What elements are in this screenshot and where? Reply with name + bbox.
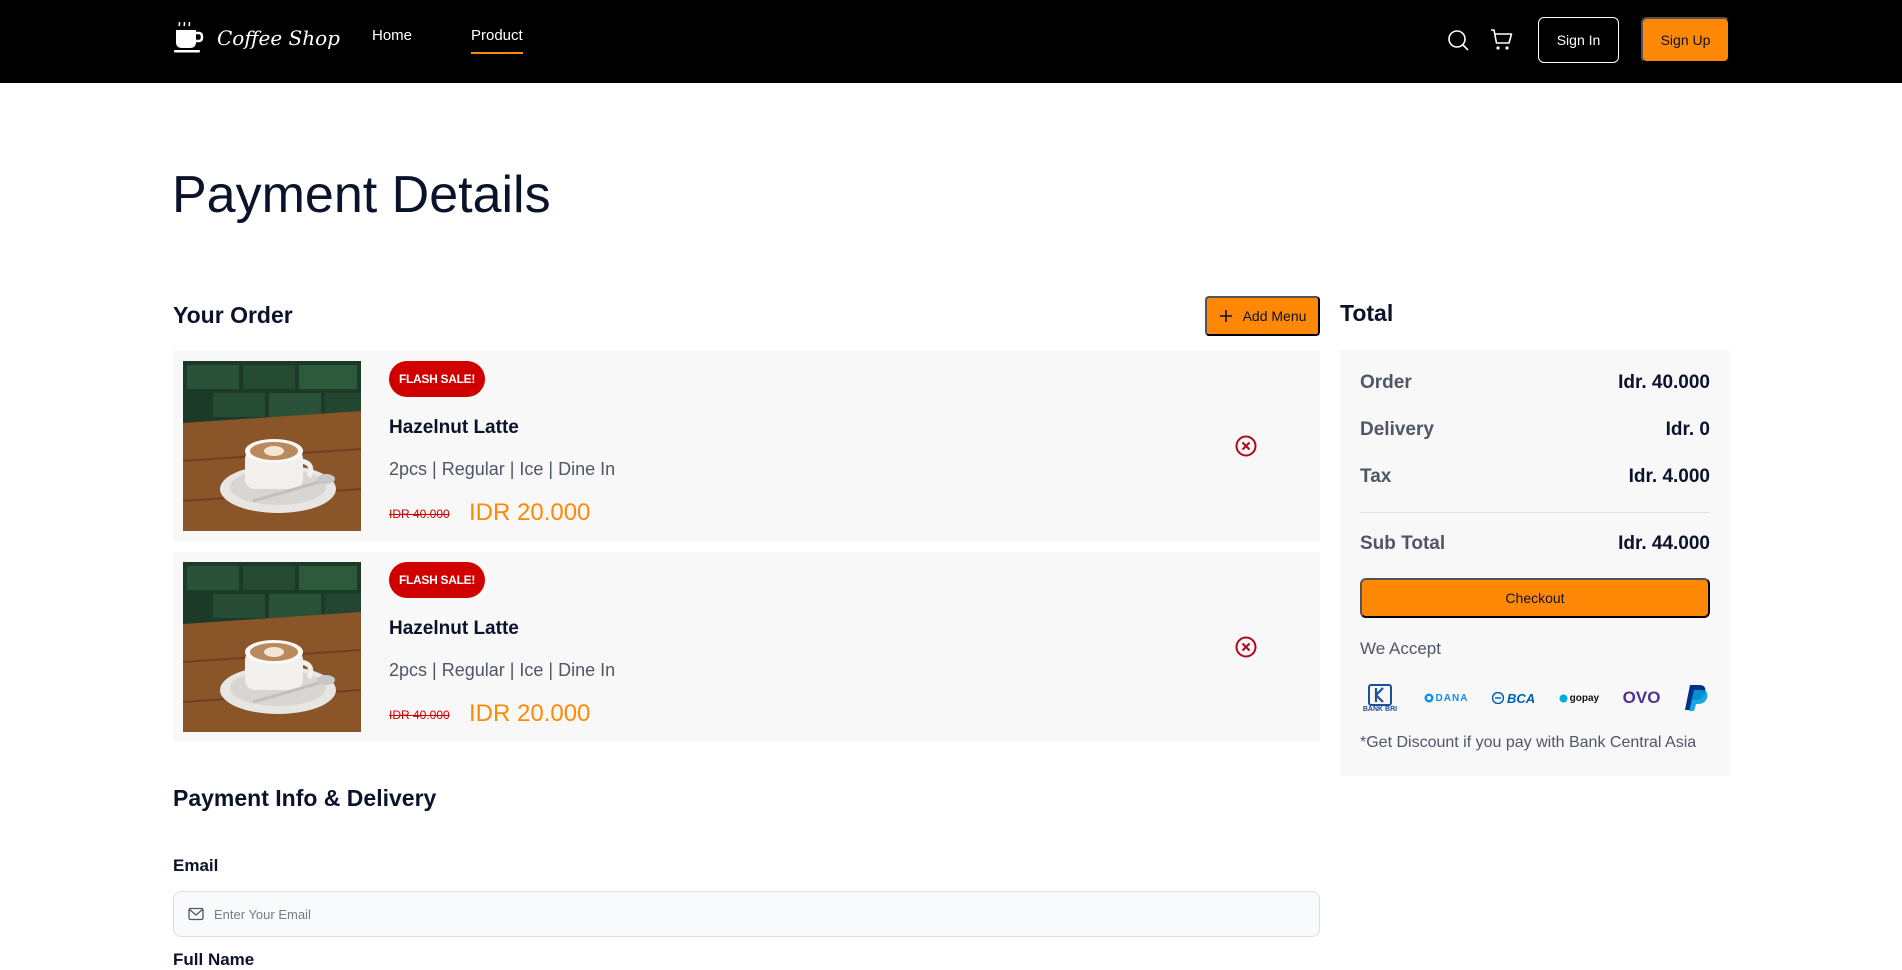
add-menu-label: Add Menu bbox=[1242, 308, 1307, 324]
plus-icon bbox=[1219, 310, 1232, 322]
subtotal-label: Sub Total bbox=[1360, 533, 1446, 554]
delivery-label: Delivery bbox=[1360, 419, 1434, 440]
flash-sale-badge: FLASH SALE! bbox=[389, 361, 486, 397]
nav-product[interactable]: Product bbox=[471, 27, 523, 54]
email-field[interactable] bbox=[173, 891, 1320, 937]
order-item: FLASH SALE! Hazelnut Latte 2pcs | Regula… bbox=[173, 552, 1320, 742]
sign-up-button[interactable]: Sign Up bbox=[1641, 17, 1730, 63]
flash-sale-badge: FLASH SALE! bbox=[389, 562, 486, 598]
product-image bbox=[183, 562, 361, 732]
tax-label: Tax bbox=[1360, 466, 1392, 487]
brand-name: Coffee Shop bbox=[217, 26, 340, 50]
tax-value: Idr. 4.000 bbox=[1628, 466, 1710, 487]
total-title: Total bbox=[1340, 300, 1394, 326]
email-input[interactable] bbox=[214, 906, 1294, 922]
your-order-title: Your Order bbox=[173, 302, 293, 328]
item-name: Hazelnut Latte bbox=[389, 417, 519, 438]
delivery-value: Idr. 0 bbox=[1665, 419, 1710, 440]
item-old-price: IDR 40.000 bbox=[389, 708, 450, 722]
item-old-price: IDR 40.000 bbox=[389, 507, 450, 521]
coffee-cup-icon bbox=[174, 22, 204, 53]
bank-bri-logo: BANK BRI bbox=[1360, 683, 1400, 713]
we-accept-label: We Accept bbox=[1360, 639, 1441, 658]
delivery-row: Delivery Idr. 0 bbox=[1360, 419, 1710, 441]
nav-home[interactable]: Home bbox=[372, 27, 412, 44]
mail-icon bbox=[188, 907, 204, 921]
total-card: Order Idr. 40.000 Delivery Idr. 0 Tax Id… bbox=[1340, 350, 1730, 776]
item-price: IDR 20.000 bbox=[469, 700, 591, 727]
tax-row: Tax Idr. 4.000 bbox=[1360, 466, 1710, 488]
checkout-button[interactable]: Checkout bbox=[1360, 578, 1710, 618]
email-label: Email bbox=[173, 856, 219, 875]
item-price: IDR 20.000 bbox=[469, 499, 591, 526]
ovo-logo: OVO bbox=[1622, 688, 1661, 707]
remove-item-icon[interactable] bbox=[1234, 635, 1258, 659]
order-value: Idr. 40.000 bbox=[1618, 372, 1710, 393]
gopay-logo: gopay bbox=[1559, 693, 1599, 704]
order-label: Order bbox=[1360, 372, 1412, 393]
fullname-label: Full Name bbox=[173, 950, 255, 969]
subtotal-row: Sub Total Idr. 44.000 bbox=[1360, 533, 1710, 555]
bca-logo: BCA bbox=[1491, 691, 1535, 706]
add-menu-button[interactable]: Add Menu bbox=[1205, 296, 1320, 336]
navbar: Coffee Shop Home Product Sign In Sign Up bbox=[0, 0, 1902, 83]
order-item: FLASH SALE! Hazelnut Latte 2pcs | Regula… bbox=[173, 351, 1320, 541]
product-image bbox=[183, 361, 361, 531]
search-icon[interactable] bbox=[1446, 28, 1470, 52]
paypal-logo bbox=[1684, 685, 1708, 711]
payment-logos: BANK BRI DANA BCA gopay OVO bbox=[1360, 680, 1710, 716]
subtotal-value: Idr. 44.000 bbox=[1618, 533, 1710, 554]
item-detail: 2pcs | Regular | Ice | Dine In bbox=[389, 459, 616, 479]
discount-note: *Get Discount if you pay with Bank Centr… bbox=[1360, 734, 1697, 751]
cart-icon[interactable] bbox=[1490, 28, 1514, 52]
item-detail: 2pcs | Regular | Ice | Dine In bbox=[389, 660, 616, 680]
item-name: Hazelnut Latte bbox=[389, 618, 519, 639]
sign-in-button[interactable]: Sign In bbox=[1538, 17, 1619, 63]
remove-item-icon[interactable] bbox=[1234, 434, 1258, 458]
order-row: Order Idr. 40.000 bbox=[1360, 372, 1710, 394]
payment-info-title: Payment Info & Delivery bbox=[173, 785, 437, 811]
brand[interactable]: Coffee Shop bbox=[173, 22, 340, 54]
page-title: Payment Details bbox=[172, 166, 551, 224]
dana-logo: DANA bbox=[1424, 693, 1469, 704]
divider bbox=[1360, 512, 1710, 513]
